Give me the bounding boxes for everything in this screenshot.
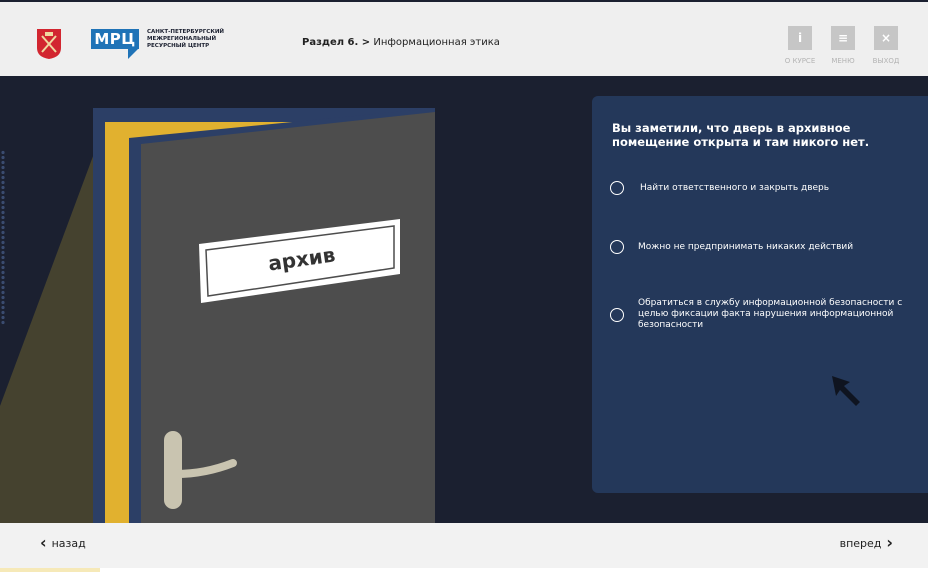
logo-line: САНКТ-ПЕТЕРБУРГСКИЙ <box>147 29 225 35</box>
info-icon: i <box>797 31 803 45</box>
bottom-accent <box>0 568 100 572</box>
pointer-icon <box>832 376 860 406</box>
menu-button[interactable]: ≡ <box>831 26 855 50</box>
door-leaf <box>141 112 435 523</box>
answer-option-label: Найти ответственного и закрыть дверь <box>640 182 830 193</box>
radio-button[interactable] <box>610 181 624 195</box>
close-icon: × <box>880 31 892 45</box>
question-panel <box>592 96 928 493</box>
bottom-strip <box>0 568 928 572</box>
logo-caption: САНКТ-ПЕТЕРБУРГСКИЙ МЕЖРЕГИОНАЛЬНЫЙ РЕСУ… <box>147 29 257 50</box>
footer-bar: ‹ назад вперед › <box>0 523 928 568</box>
chevron-right-icon: › <box>886 533 893 552</box>
chevron-left-icon: ‹ <box>40 533 47 552</box>
answer-option-1[interactable]: Найти ответственного и закрыть дверь <box>610 181 829 195</box>
door-illustration <box>0 108 435 523</box>
light-beam <box>0 124 105 523</box>
radio-button[interactable] <box>610 307 624 322</box>
next-button[interactable]: вперед › <box>840 535 898 551</box>
menu-icon: ≡ <box>837 31 849 45</box>
about-course-button[interactable]: i <box>788 26 812 50</box>
back-label: назад <box>51 536 86 550</box>
breadcrumb-title: Информационная этика <box>373 37 500 48</box>
exit-button[interactable]: × <box>874 26 898 50</box>
logo-line: РЕСУРСНЫЙ ЦЕНТР <box>147 43 210 49</box>
header-bar: МРЦ САНКТ-ПЕТЕРБУРГСКИЙ МЕЖРЕГИОНАЛЬНЫЙ … <box>0 0 928 76</box>
logo-mrc: МРЦ <box>91 29 139 49</box>
next-label: вперед <box>839 536 882 550</box>
answer-option-2[interactable]: Можно не предпринимать никаких действий <box>610 240 853 254</box>
answer-option-3[interactable]: Обратиться в службу информационной безоп… <box>610 298 918 331</box>
question-text: Вы заметили, что дверь в архивное помеще… <box>612 121 870 149</box>
logo-tail-shape <box>128 49 138 59</box>
answer-option-label: Обратиться в службу информационной безоп… <box>638 298 903 330</box>
exit-label[interactable]: ВЫХОД <box>864 57 908 65</box>
breadcrumb: Раздел 6. > Информационная этика <box>302 37 500 48</box>
logo-line: МЕЖРЕГИОНАЛЬНЫЙ <box>147 36 217 42</box>
about-course-label[interactable]: О КУРСЕ <box>778 57 822 65</box>
back-button[interactable]: ‹ назад <box>35 535 86 551</box>
breadcrumb-section: Раздел 6. > <box>302 37 371 48</box>
coat-of-arms-icon <box>37 29 61 59</box>
menu-label[interactable]: МЕНЮ <box>821 57 865 65</box>
radio-button[interactable] <box>610 240 624 254</box>
answer-option-label: Можно не предпринимать никаких действий <box>638 241 854 252</box>
